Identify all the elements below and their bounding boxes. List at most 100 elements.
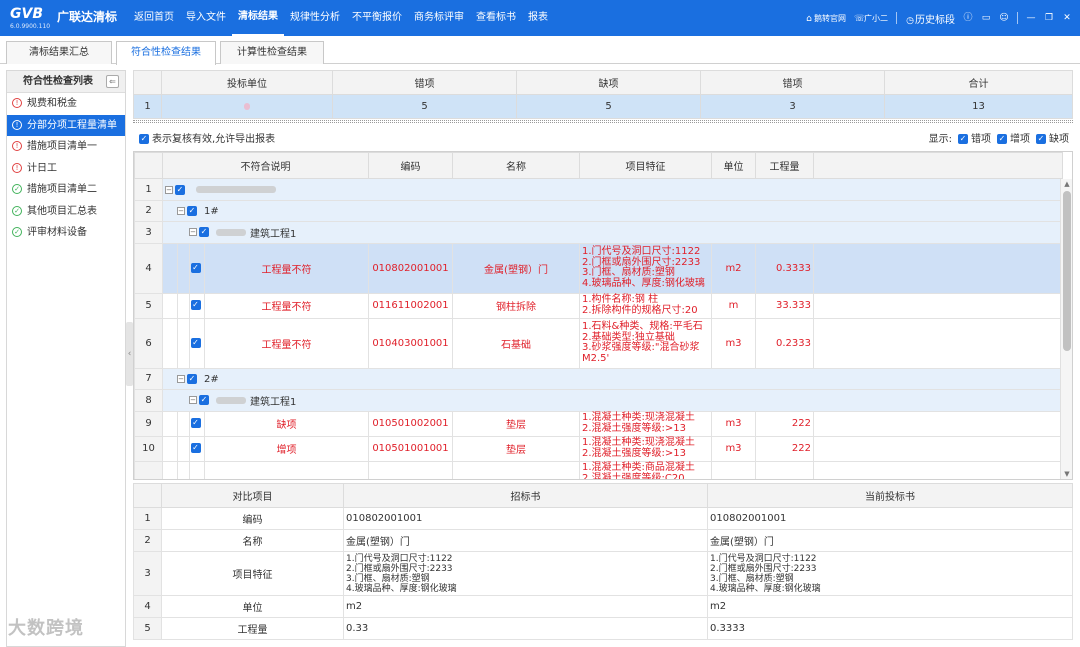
empty-cell [813, 317, 1063, 369]
headset-icon: ☏ [854, 13, 866, 24]
message-icon[interactable]: ▭ [981, 13, 991, 23]
collapse-toggle-icon[interactable]: − [189, 396, 197, 405]
table-row[interactable]: 5 ✓ 工程量不符 011611002001 钢柱拆除 1.构件名称:钢 柱 2.拆除构件的… [134, 292, 1063, 319]
compare-header: 招标书 [343, 483, 708, 508]
resize-bar[interactable] [133, 120, 1073, 123]
filter-checkbox[interactable]: ✓ 增项 [997, 130, 1030, 145]
compliance-list-item[interactable]: ! 措施项目清单一 [7, 136, 125, 158]
feature-line: 3.砂浆强度等级:"混合砂浆 [582, 342, 700, 353]
checkbox-cell[interactable] [189, 460, 205, 479]
collapse-toggle-icon[interactable]: − [177, 375, 185, 383]
app-brand: GVB 广联达清标 6.0.9900.110 [0, 0, 128, 36]
checkbox-cell[interactable]: ✓ [189, 410, 205, 437]
collapse-toggle-icon[interactable]: − [177, 207, 185, 215]
compliance-list-panel: 符合性检查列表 ⇐ ! 规费和税金! 分部分项工程量清单! 措施项目清单一! 计日工 ✓ 措… [6, 70, 126, 647]
menu-item[interactable]: 规律性分析 [284, 0, 346, 36]
compliance-list-item[interactable]: ! 规费和税金 [7, 93, 125, 115]
feature-line: 1.石料&种类、规格:平毛石 [582, 321, 703, 332]
name-cell: 垫层 [452, 410, 580, 437]
confirm-checkbox[interactable]: ✓ 表示复核有效,允许导出报表 [133, 130, 275, 145]
info-icon[interactable]: ⓘ [963, 13, 973, 23]
tender-value: 010802001001 [346, 513, 423, 524]
table-row[interactable]: 1− ✓ [134, 178, 1063, 201]
tender-value: 4.玻璃品种、厚度:钢化玻璃 [346, 583, 457, 594]
table-row[interactable]: 8 − ✓ 建筑工程1 [134, 389, 1063, 412]
warning-circle-icon: ! [12, 119, 22, 130]
collapse-toggle-icon[interactable]: − [165, 185, 173, 194]
table-row[interactable]: 3 − ✓ 建筑工程1 [134, 221, 1063, 244]
summary-row[interactable]: 1 5 5 3 13 [133, 94, 1073, 119]
compliance-list-item[interactable]: ✓ 评审材料设备 [7, 222, 125, 244]
tab-summary[interactable]: 清标结果汇总 [6, 41, 112, 64]
grid-header: 项目特征 [579, 152, 712, 179]
official-site-link[interactable]: ⌂ 鹅转官网 [804, 13, 846, 24]
compare-header: 对比项目 [161, 483, 344, 508]
list-item-label: 分部分项工程量清单 [27, 119, 117, 131]
warning-circle-icon: ! [12, 98, 22, 108]
table-row[interactable]: 10 ✓ 增项 010501001001 垫层 1.混凝土种类:现浇混凝土 2.混凝土强度等… [134, 435, 1063, 462]
code-cell: 011611002001 [368, 292, 453, 319]
table-row[interactable]: 3 项目特征 1.门代号及洞口尺寸:1122 2.门框或扇外围尺寸:2233 3.门框、… [133, 551, 1073, 596]
collapse-icon[interactable]: ⇐ [106, 75, 119, 88]
compliance-list-item[interactable]: ✓ 其他项目汇总表 [7, 201, 125, 223]
assistant-link[interactable]: ☏广小二 [854, 13, 888, 24]
compliance-list-item[interactable]: ! 分部分项工程量清单 [7, 114, 125, 136]
table-row[interactable]: 1.混凝土种类:商品混凝土 2.混凝土强度等级:C20 [134, 460, 1063, 479]
restore-icon[interactable]: ❐ [1044, 13, 1054, 23]
bid-value: 4.玻璃品种、厚度:钢化玻璃 [710, 583, 821, 594]
menu-item[interactable]: 返回首页 [128, 0, 180, 36]
checkbox-checked-icon: ✓ [190, 337, 201, 348]
menu-item[interactable]: 商务标评审 [408, 0, 470, 36]
menu-item[interactable]: 不平衡报价 [346, 0, 408, 36]
qty-cell [755, 460, 814, 479]
indent-cell [177, 317, 190, 369]
feature-line: 2.拆除构件的规格尺寸:20 [582, 304, 698, 316]
menu-item[interactable]: 清标结果 [232, 0, 284, 36]
close-icon[interactable]: ✕ [1062, 13, 1072, 23]
qty-cell: 222 [755, 410, 814, 437]
checkbox-checked-icon[interactable]: ✓ [187, 206, 197, 216]
table-row[interactable]: 2 名称 金属(塑钢）门 金属(塑钢）门 [133, 529, 1073, 552]
filter-checkbox[interactable]: ✓ 缺项 [1036, 130, 1069, 145]
tab-calculation[interactable]: 计算性检查结果 [220, 41, 324, 64]
table-row[interactable]: 4 单位 m2 m2 [133, 595, 1073, 618]
checkbox-checked-icon[interactable]: ✓ [199, 395, 209, 406]
scroll-up-icon[interactable]: ▲ [1062, 179, 1072, 189]
splitter-handle[interactable]: ‹ [126, 322, 133, 386]
checkbox-checked-icon[interactable]: ✓ [175, 184, 185, 195]
checkbox-cell[interactable]: ✓ [189, 435, 205, 462]
checkbox-cell[interactable]: ✓ [189, 242, 205, 294]
group-label: 1# [204, 205, 219, 217]
table-row[interactable]: 9 ✓ 缺项 010501002001 垫层 1.混凝土种类:现浇混凝土 2.混凝土强度等级… [134, 410, 1063, 437]
table-row[interactable]: 1 编码 010802001001 010802001001 [133, 507, 1073, 530]
top-bar: GVB 广联达清标 6.0.9900.110 返回首页 导入文件 清标结果 规律性分析… [0, 0, 1080, 36]
qty-cell: 0.2333 [755, 317, 814, 369]
table-row[interactable]: 7 − ✓ 2# [134, 367, 1063, 390]
tab-compliance[interactable]: 符合性检查结果 [116, 41, 216, 65]
checkbox-cell[interactable]: ✓ [189, 317, 205, 369]
user-icon[interactable]: ☺ [999, 13, 1009, 23]
checkbox-checked-icon: ✓ [190, 443, 201, 453]
bid-value: 010802001001 [710, 513, 787, 524]
vertical-scrollbar[interactable]: ▲ ▼ [1060, 179, 1072, 479]
table-row[interactable]: 4 ✓ 工程量不符 010802001001 金属(塑钢）门 1.门代号及洞口尺寸:112… [134, 242, 1063, 294]
feature-line: 1.混凝土种类:现浇混凝土 [582, 412, 695, 423]
checkbox-cell[interactable]: ✓ [189, 292, 205, 319]
menu-item[interactable]: 报表 [522, 0, 554, 36]
compliance-list-item[interactable]: ✓ 措施项目清单二 [7, 179, 125, 201]
scroll-down-icon[interactable]: ▼ [1062, 469, 1072, 479]
menu-item[interactable]: 查看标书 [470, 0, 522, 36]
checkbox-checked-icon[interactable]: ✓ [187, 374, 197, 384]
menu-item[interactable]: 导入文件 [180, 0, 232, 36]
filter-checkbox[interactable]: ✓ 错项 [958, 130, 991, 145]
checkbox-checked-icon[interactable]: ✓ [199, 227, 209, 238]
compliance-list-item[interactable]: ! 计日工 [7, 158, 125, 180]
table-row[interactable]: 2 − ✓ 1# [134, 199, 1063, 222]
table-row[interactable]: 5 工程量 0.33 0.3333 [133, 617, 1073, 640]
history-link[interactable]: ◷历史标段 [905, 11, 955, 26]
minimize-icon[interactable]: — [1026, 13, 1036, 23]
collapse-toggle-icon[interactable]: − [189, 228, 197, 237]
scroll-thumb[interactable] [1063, 191, 1071, 351]
bid-value: 3.门框、扇材质:塑钢 [710, 573, 794, 584]
table-row[interactable]: 6 ✓ 工程量不符 010403001001 石基础 1.石料&种类、规格:平毛石 2.基础… [134, 317, 1063, 369]
